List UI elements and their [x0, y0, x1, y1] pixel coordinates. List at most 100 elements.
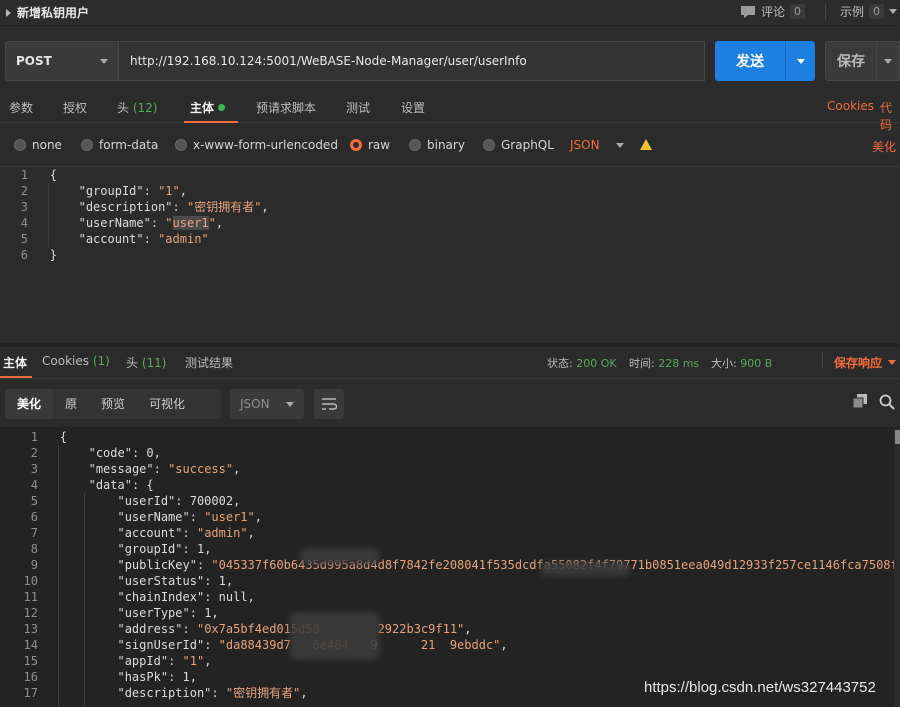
- tab-params[interactable]: 参数: [9, 99, 33, 116]
- copy-icon[interactable]: [853, 394, 867, 408]
- json-key: "signUserId": [117, 638, 205, 652]
- radio-icon: [175, 139, 187, 151]
- code-line: 11 "chainIndex": null,: [10, 589, 255, 605]
- view-visualize-button[interactable]: 可视化: [137, 389, 197, 419]
- line-number: 11: [23, 590, 38, 604]
- radio-urlencoded[interactable]: x-www-form-urlencoded: [175, 138, 338, 152]
- line-number: 1: [20, 168, 28, 182]
- tab-body-label: 主体: [190, 101, 215, 115]
- status-value: 200 OK: [576, 357, 617, 370]
- json-key: "account": [117, 526, 183, 540]
- resp-tab-body[interactable]: 主体: [3, 354, 27, 371]
- tab-settings[interactable]: 设置: [401, 99, 425, 116]
- json-comma: ,: [215, 216, 224, 230]
- view-raw-button[interactable]: 原: [53, 389, 89, 419]
- resp-tab-headers-count: (11): [141, 356, 167, 370]
- code-line: 5 "userId": 700002,: [10, 493, 241, 509]
- resp-tab-cookies[interactable]: Cookies (1): [42, 354, 110, 368]
- json-key: "data": [88, 478, 132, 492]
- radio-icon: [409, 139, 421, 151]
- collapse-triangle-icon[interactable]: [6, 8, 11, 17]
- json-key: "description": [78, 200, 173, 214]
- resp-tab-test-results[interactable]: 测试结果: [185, 354, 233, 371]
- tab-tests[interactable]: 测试: [346, 99, 370, 116]
- chevron-down-icon: [888, 360, 897, 365]
- method-select[interactable]: POST: [5, 41, 119, 81]
- wrap-lines-icon: [322, 398, 337, 410]
- save-options-button[interactable]: [877, 41, 900, 81]
- save-response-label: 保存响应: [834, 356, 883, 370]
- search-icon[interactable]: [879, 394, 895, 410]
- active-resp-tab-indicator: [0, 376, 32, 378]
- json-value: 1: [182, 670, 190, 684]
- tab-body[interactable]: 主体: [190, 99, 226, 116]
- resp-tab-headers[interactable]: 头 (11): [126, 354, 166, 371]
- comments-button[interactable]: 评论 0: [740, 3, 806, 20]
- tab-auth[interactable]: 授权: [63, 99, 87, 116]
- view-preview-button[interactable]: 预览: [89, 389, 137, 419]
- resp-tab-cookies-count: (1): [92, 354, 110, 368]
- send-button[interactable]: 发送: [715, 41, 785, 81]
- code-line: 3 "message": "success",: [10, 461, 241, 477]
- radio-icon: [483, 139, 495, 151]
- tab-headers[interactable]: 头 (12): [117, 99, 157, 116]
- radio-graphql-label: GraphQL: [501, 138, 554, 152]
- time-label: 时间:: [629, 357, 655, 370]
- warning-icon[interactable]: [640, 139, 652, 150]
- radio-graphql[interactable]: GraphQL: [483, 138, 554, 152]
- json-key: "userType": [117, 606, 190, 620]
- json-key: "chainIndex": [117, 590, 205, 604]
- status-readout: 状态: 200 OK: [547, 355, 617, 371]
- header-divider: [825, 4, 826, 20]
- radio-form-data[interactable]: form-data: [81, 138, 158, 152]
- view-pretty-button[interactable]: 美化: [5, 389, 54, 419]
- chevron-down-icon: [100, 58, 108, 64]
- url-input[interactable]: http://192.168.10.124:5001/WeBASE-Node-M…: [119, 41, 705, 81]
- radio-raw[interactable]: raw: [350, 138, 390, 152]
- beautify-button[interactable]: 美化: [872, 138, 896, 155]
- json-value: "1": [158, 184, 180, 198]
- code-line: 16 "hasPk": 1,: [10, 669, 197, 685]
- response-scrollbar[interactable]: [894, 428, 900, 707]
- json-key: "userName": [117, 510, 190, 524]
- line-number: 2: [30, 446, 38, 460]
- json-key: "message": [88, 462, 154, 476]
- line-number: 3: [30, 462, 38, 476]
- json-comma: ,: [179, 184, 187, 198]
- tab-prerequest-script[interactable]: 预请求脚本: [256, 99, 316, 116]
- code-line: 10 "userStatus": 1,: [10, 573, 234, 589]
- size-label: 大小:: [711, 357, 737, 370]
- examples-button[interactable]: 示例 0: [840, 3, 898, 20]
- response-format-select[interactable]: JSON: [230, 389, 304, 419]
- line-number: 12: [23, 606, 38, 620]
- code-line: 1 {: [10, 429, 67, 445]
- code-line: 5 "account": "admin": [0, 231, 209, 247]
- send-options-button[interactable]: [785, 41, 815, 81]
- radio-binary[interactable]: binary: [409, 138, 465, 152]
- redaction-blur: [540, 562, 630, 576]
- json-key: "publicKey": [117, 558, 197, 572]
- response-scrollbar-thumb[interactable]: [895, 430, 900, 444]
- save-button[interactable]: 保存: [825, 41, 877, 81]
- line-number: 8: [30, 542, 38, 556]
- body-format-select[interactable]: JSON: [570, 138, 624, 152]
- line-number: 2: [20, 184, 28, 198]
- chevron-down-icon: [796, 58, 805, 64]
- json-value: "密钥拥有者": [225, 686, 301, 700]
- chevron-down-icon: [889, 9, 898, 14]
- radio-none-label: none: [32, 138, 62, 152]
- response-body-viewer[interactable]: 1 {2 "code": 0, 3 "message": "success", 4 …: [0, 427, 900, 707]
- json-value: "1": [182, 654, 205, 668]
- request-body-editor[interactable]: 1 {2 "groupId": "1", 3 "description": "密钥…: [0, 167, 900, 343]
- request-title[interactable]: 新增私钥用户: [6, 4, 89, 21]
- line-number: 5: [20, 232, 28, 246]
- wrap-lines-button[interactable]: [314, 389, 344, 419]
- json-comma: ,: [247, 526, 255, 540]
- cookies-link[interactable]: Cookies: [827, 99, 874, 113]
- tab-headers-count: (12): [132, 101, 158, 115]
- radio-none[interactable]: none: [14, 138, 62, 152]
- save-response-button[interactable]: 保存响应: [834, 354, 897, 371]
- code-line: 9 "publicKey": "045337f60b6435d995a8d4d8…: [10, 557, 900, 573]
- json-value: null: [218, 590, 248, 604]
- line-number: 4: [20, 216, 28, 230]
